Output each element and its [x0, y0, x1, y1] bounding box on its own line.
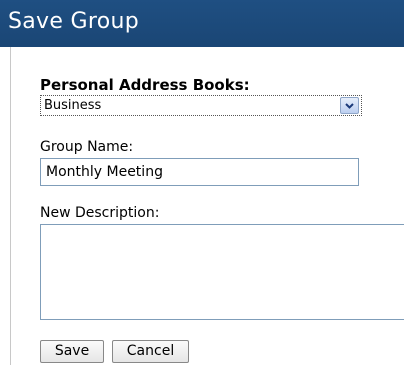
dialog-title: Save Group — [8, 9, 139, 34]
group-name-label: Group Name: — [40, 139, 134, 155]
left-divider — [10, 47, 11, 365]
address-book-select[interactable]: Business — [40, 95, 362, 116]
chevron-down-icon — [345, 103, 354, 109]
address-book-selected-value: Business — [44, 98, 102, 113]
description-label: New Description: — [40, 205, 160, 221]
address-books-label: Personal Address Books: — [40, 76, 250, 94]
dropdown-button[interactable] — [340, 97, 359, 114]
dialog-header: Save Group — [0, 0, 404, 47]
description-textarea[interactable] — [40, 224, 404, 320]
group-name-input[interactable]: Monthly Meeting — [40, 158, 359, 186]
cancel-button[interactable]: Cancel — [112, 340, 189, 363]
group-name-value: Monthly Meeting — [46, 164, 163, 180]
save-button[interactable]: Save — [40, 340, 104, 363]
